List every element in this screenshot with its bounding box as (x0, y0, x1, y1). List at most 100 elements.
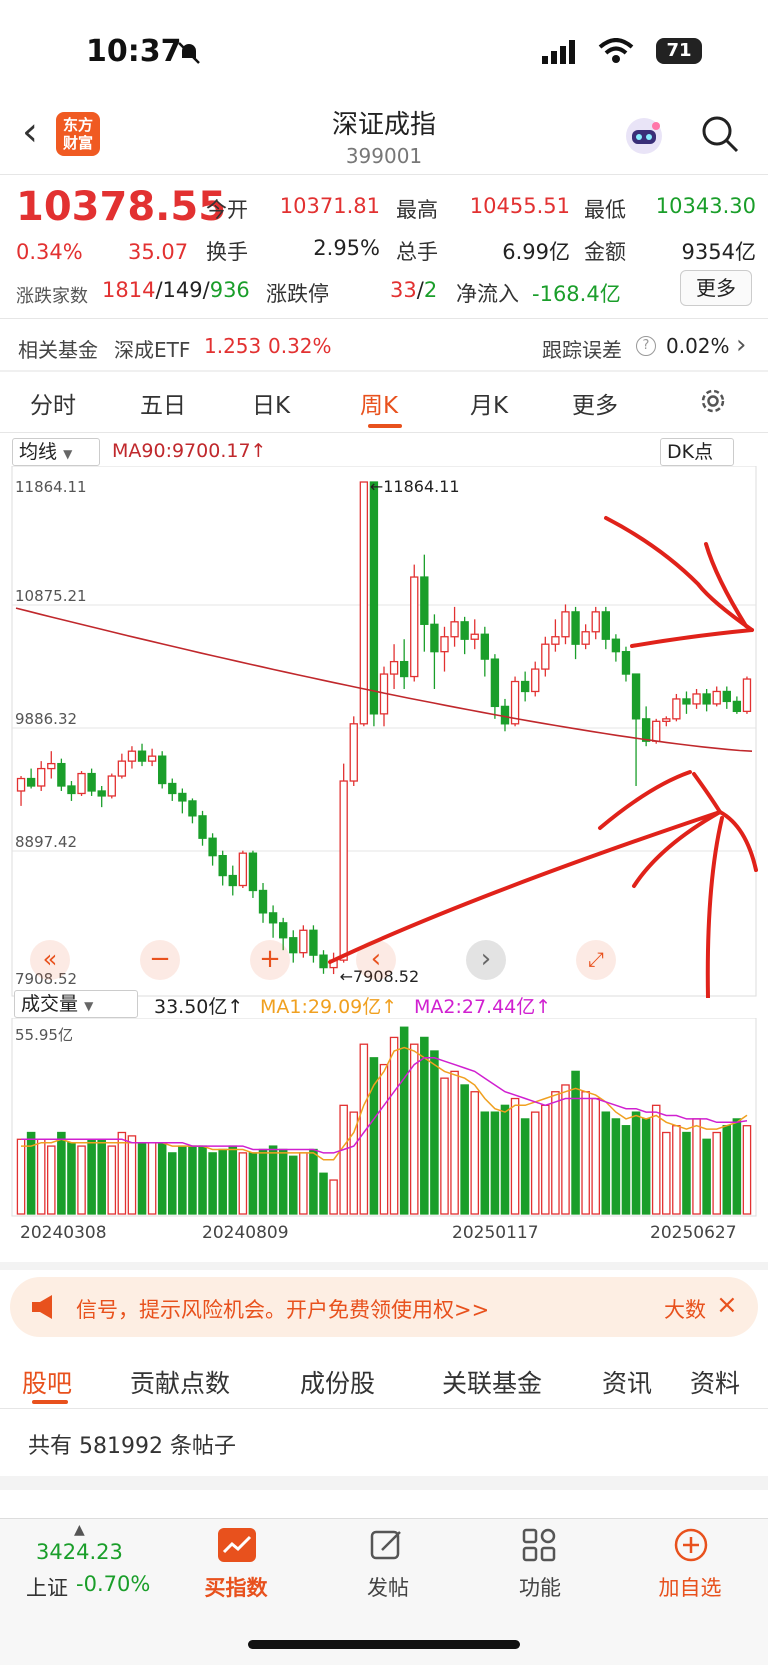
limit-down: 2 (423, 278, 438, 302)
more-button[interactable]: 更多 (680, 270, 752, 306)
candle-body (97, 790, 106, 797)
add-watchlist-icon[interactable] (674, 1528, 708, 1566)
volume-bar (662, 1131, 671, 1215)
rewind-button[interactable]: « (30, 940, 70, 980)
volume-bar (591, 1097, 601, 1215)
candle-body (258, 889, 268, 914)
annotation-stroke (328, 810, 722, 964)
volume-bar (621, 1125, 631, 1215)
candlestick-chart[interactable]: 11864.1110875.219886.328897.427908.52←11… (0, 466, 768, 998)
volume-bar (389, 1036, 399, 1215)
candle-body (248, 852, 258, 892)
tab-more[interactable]: 更多 (572, 386, 618, 420)
annotation-stroke (598, 770, 692, 830)
sh-index-change[interactable]: -0.70% (76, 1572, 150, 1596)
volume-bar (299, 1152, 308, 1215)
change-amount: 35.07 (128, 240, 189, 264)
volume-bar (541, 1104, 550, 1215)
divider (0, 1408, 768, 1409)
tab-contribution[interactable]: 贡献点数 (130, 1364, 230, 1400)
tab-five-day[interactable]: 五日 (140, 386, 186, 420)
zoom-in-button[interactable]: + (250, 940, 290, 980)
volume-bar (57, 1131, 66, 1215)
volume-bar (551, 1091, 560, 1215)
candle-body (369, 481, 379, 715)
volume-value: 33.50亿↑ (154, 996, 244, 1018)
tab-related-funds[interactable]: 关联基金 (442, 1364, 542, 1400)
volume-bar (117, 1131, 127, 1215)
tab-daily-k[interactable]: 日K (252, 386, 290, 420)
volume-select[interactable]: 成交量 ▼ (14, 990, 138, 1018)
chevron-right-icon[interactable]: › (736, 330, 746, 360)
tab-profile[interactable]: 资料 (690, 1364, 740, 1400)
candle-body (37, 767, 46, 787)
scroll-right-button[interactable]: › (466, 940, 506, 980)
scroll-left-button[interactable]: ‹ (356, 940, 396, 980)
nav-buy-index[interactable]: 买指数 (186, 1572, 286, 1602)
volume-bar (440, 1077, 449, 1215)
search-icon[interactable] (700, 114, 740, 158)
nav-post[interactable]: 发帖 (338, 1572, 438, 1602)
volume-bar (147, 1142, 157, 1215)
nav-functions[interactable]: 功能 (490, 1572, 590, 1602)
compose-icon[interactable] (370, 1528, 404, 1566)
fund-name[interactable]: 深成ETF (114, 334, 190, 363)
netflow-value: -168.4亿 (532, 282, 621, 306)
robot-assistant-icon[interactable] (622, 114, 666, 162)
fullscreen-icon[interactable]: ⤢ (576, 940, 616, 980)
candle-body (268, 912, 278, 924)
candle-body (349, 723, 358, 782)
candle-body (178, 792, 187, 802)
help-icon[interactable]: ? (636, 336, 656, 356)
breadth-down: 936 (209, 278, 250, 302)
breadth-up: 1814 (102, 278, 156, 302)
functions-grid-icon[interactable] (522, 1528, 556, 1566)
candle-body (641, 718, 651, 742)
candle-body (339, 780, 348, 961)
divider (0, 318, 768, 319)
candle-body (168, 782, 177, 795)
x-tick-label: 20240308 (20, 1223, 107, 1240)
tab-constituents[interactable]: 成份股 (300, 1364, 375, 1400)
sh-index-name[interactable]: 上证 (26, 1572, 68, 1602)
sh-index-value[interactable]: 3424.23 (36, 1540, 123, 1564)
banner-close-icon[interactable]: × (716, 1290, 738, 1320)
volume-bar (460, 1084, 469, 1215)
change-pct: 0.34% (16, 240, 83, 264)
annotation-stroke (692, 772, 722, 814)
candle-body (16, 777, 26, 792)
fund-label: 相关基金 (18, 338, 98, 362)
quote-value: 2.95% (313, 236, 380, 260)
candle-body (611, 638, 621, 653)
tab-guba[interactable]: 股吧 (22, 1364, 72, 1400)
volume-bar (97, 1138, 106, 1215)
candle-body (57, 762, 66, 787)
track-error-value: 0.02% (666, 334, 730, 358)
tab-intraday[interactable]: 分时 (30, 386, 76, 420)
tab-monthly-k[interactable]: 月K (470, 386, 508, 420)
candle-body (359, 481, 369, 725)
settings-gear-icon[interactable] (698, 386, 728, 420)
dk-point-select[interactable]: DK点 (660, 438, 734, 466)
candle-body (742, 678, 752, 713)
signal-icon (542, 40, 582, 68)
zoom-out-button[interactable]: − (140, 940, 180, 980)
active-tab-indicator (32, 1400, 68, 1404)
quote-label: 最高 (396, 198, 438, 222)
ma-select[interactable]: 均线 ▼ (12, 438, 100, 466)
y-tick-label: 8897.42 (15, 833, 77, 851)
tab-weekly-k[interactable]: 周K (360, 386, 398, 420)
nav-add-watchlist[interactable]: 加自选 (640, 1572, 740, 1602)
tab-news[interactable]: 资讯 (602, 1364, 652, 1400)
banner-text[interactable]: 信号，提示风险机会。开户免费领使用权>> (76, 1294, 489, 1324)
volume-bar (47, 1145, 56, 1215)
caret-up-icon: ▲ (74, 1522, 85, 1538)
candle-body (621, 651, 631, 675)
volume-bar (178, 1145, 187, 1215)
buy-index-icon[interactable] (218, 1528, 256, 1566)
candle-body (309, 929, 318, 956)
candle-body (652, 720, 661, 742)
volume-bar (732, 1118, 742, 1215)
limit-label: 涨跌停 (266, 282, 329, 306)
volume-bar (16, 1138, 26, 1215)
